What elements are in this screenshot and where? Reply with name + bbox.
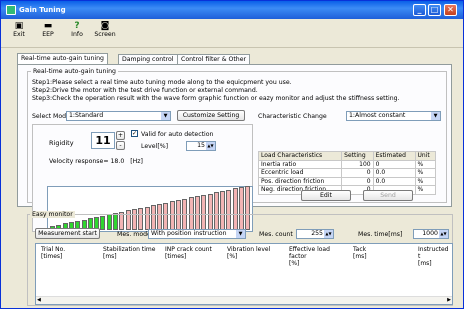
char-change-value: 1:Almost constant (349, 112, 406, 119)
realtime-group-title: Real-time auto-gain tuning (31, 68, 118, 75)
select-mode-label: Select Mode (32, 113, 70, 120)
select-mode-dropdown[interactable]: 1:Standard ▼ (66, 111, 171, 121)
camera-icon: ◙ (100, 21, 110, 31)
load-table-cell: % (414, 176, 437, 186)
exit-label: Exit (13, 31, 25, 38)
mes-count-value: 255 (311, 230, 323, 237)
horizontal-scrollbar[interactable]: ◀ ▶ (36, 296, 452, 304)
col-trial-no: Trial No. [times] (41, 246, 66, 260)
mes-count-stepper[interactable]: 255 ▲▼ (296, 229, 334, 239)
load-table-cell: Estimated (372, 151, 416, 161)
exit-tool-button[interactable]: ▣ Exit (5, 21, 33, 38)
spin-icon: ▲▼ (206, 142, 215, 150)
load-table-cell: 0.0 (372, 168, 416, 178)
table-row: Pos. direction friction 0 0.0% (257, 176, 437, 186)
level-label: Level[%] (141, 143, 169, 150)
rigidity-value: 11 (91, 132, 115, 149)
load-characteristics-table: Load Characteristics Setting Estimated Unit… (257, 151, 437, 195)
measurement-start-button[interactable]: Measurement start (35, 228, 100, 239)
easy-monitor-grid[interactable]: Trial No. [times] Stabilization time [ms] … (35, 243, 453, 305)
minimize-button[interactable]: _ (413, 4, 426, 16)
eep-icon: ▬ (43, 21, 53, 31)
window-title: Gain Tuning (19, 6, 66, 14)
table-row: Inertia ratio 100 0% (257, 159, 437, 169)
char-change-label: Characteristic Change (258, 113, 327, 120)
mes-time-label: Mes. time[ms] (358, 231, 403, 238)
select-mode-value: 1:Standard (69, 112, 104, 119)
col-instructed-time: Instructed t [ms] (418, 246, 449, 267)
eep-label: EEP (42, 31, 54, 38)
step1-text: Step1:Please select a real time auto tun… (32, 79, 292, 86)
mes-mode-label: Mes. mode (117, 231, 151, 238)
easy-monitor-title: Easy monitor (30, 211, 75, 218)
title-bar: Gain Tuning _ □ ✕ (1, 1, 463, 19)
screen-tool-button[interactable]: ◙ Screen (91, 21, 119, 38)
send-button[interactable]: Send (363, 190, 413, 201)
load-table-cell[interactable]: 100 (341, 159, 374, 169)
scroll-right-icon[interactable]: ▶ (447, 297, 451, 303)
valid-auto-detection-label: Valid for auto detection (141, 131, 214, 138)
load-table-cell: Inertia ratio (257, 159, 343, 169)
load-table-cell: % (414, 159, 437, 169)
load-table-cell: Setting (341, 151, 374, 161)
scroll-left-icon[interactable]: ◀ (37, 297, 41, 303)
app-icon (6, 5, 16, 15)
level-value: 15 (197, 142, 205, 149)
char-change-dropdown[interactable]: 1:Almost constant ▼ (346, 111, 441, 121)
mes-mode-dropdown[interactable]: With position instruction ▼ (148, 229, 246, 239)
load-table-header: Load Characteristics Setting Estimated Unit (257, 151, 437, 161)
mes-time-value: 1000 (422, 230, 438, 237)
mes-time-stepper[interactable]: 1000 ▲▼ (413, 229, 449, 239)
col-tack: Tack [ms] (353, 246, 367, 260)
load-table-cell: Load Characteristics (257, 151, 343, 161)
col-effective-load-factor: Effective load factor [%] (289, 246, 330, 267)
step2-text: Step2:Drive the motor with the test driv… (32, 87, 258, 94)
load-table-cell[interactable]: 0 (341, 176, 374, 186)
col-vibration-level: Vibration level [%] (227, 246, 271, 260)
chevron-down-icon: ▼ (236, 230, 245, 238)
toolbar-divider (1, 47, 463, 48)
load-table-cell[interactable]: 0 (341, 168, 374, 178)
rigidity-minus-button[interactable]: - (116, 141, 125, 150)
load-table-cell: % (414, 185, 437, 195)
close-button[interactable]: ✕ (444, 4, 457, 16)
mes-mode-value: With position instruction (151, 230, 227, 237)
step3-text: Step3:Check the operation result with th… (32, 95, 400, 102)
table-row: Eccentric load 0 0.0% (257, 168, 437, 178)
load-table-cell: Pos. direction friction (257, 176, 343, 186)
screen-label: Screen (94, 31, 116, 38)
velocity-response-value: 18.0 (110, 158, 125, 165)
velocity-response-label: Velocity response= 18.0 [Hz] (49, 158, 143, 165)
info-tool-button[interactable]: ? Info (63, 21, 91, 38)
load-table-cell: % (414, 168, 437, 178)
eep-tool-button[interactable]: ▬ EEP (34, 21, 62, 38)
rigidity-plus-button[interactable]: + (116, 131, 125, 140)
load-table-cell: Unit (414, 151, 437, 161)
chevron-down-icon: ▼ (431, 112, 440, 120)
velocity-unit: [Hz] (130, 158, 143, 165)
gain-tuning-window: Gain Tuning _ □ ✕ ▣ Exit ▬ EEP ? Info ◙ Scre… (0, 0, 464, 309)
level-stepper[interactable]: 15 ▲▼ (186, 141, 216, 151)
exit-icon: ▣ (14, 21, 24, 31)
load-table-cell: 0 (372, 159, 416, 169)
mes-count-label: Mes. count (259, 231, 293, 238)
col-stabilization-time: Stabilization time [ms] (103, 246, 156, 260)
col-inp-crack-count: INP crack count [times] (165, 246, 212, 260)
valid-auto-detection-checkbox[interactable]: ✓ (131, 130, 138, 137)
chevron-down-icon: ▼ (161, 112, 170, 120)
maximize-button[interactable]: □ (428, 4, 441, 16)
spin-icon: ▲▼ (324, 230, 333, 238)
help-icon: ? (74, 21, 80, 31)
load-table-cell: 0.0 (372, 176, 416, 186)
load-table-cell: Eccentric load (257, 168, 343, 178)
edit-button[interactable]: Edit (301, 190, 351, 201)
customize-setting-button[interactable]: Customize Setting (177, 110, 245, 121)
info-label: Info (71, 31, 83, 38)
rigidity-label: Rigidity (49, 139, 74, 147)
spin-icon: ▲▼ (439, 230, 448, 238)
